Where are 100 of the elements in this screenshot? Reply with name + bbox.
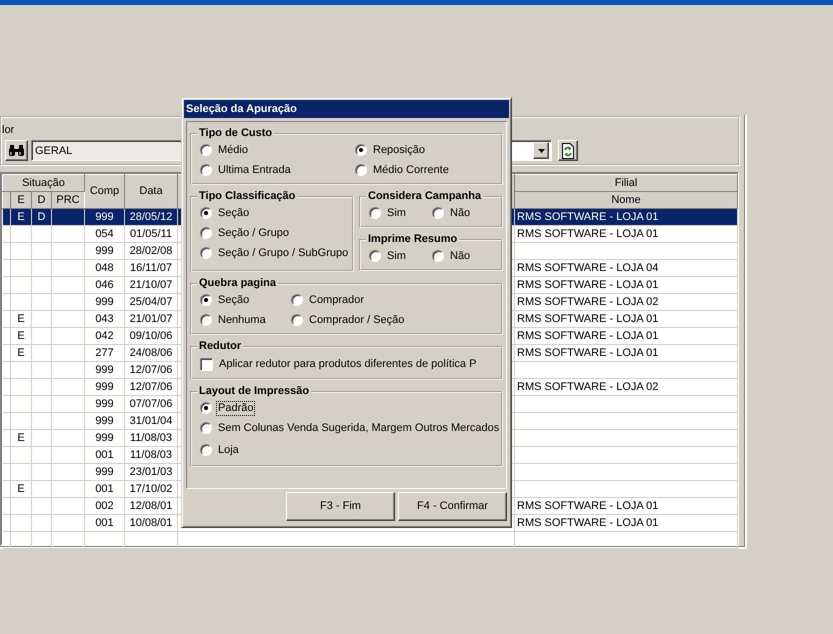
table-cell: 048	[84, 260, 124, 276]
table-cell: 999	[84, 396, 124, 412]
table-cell: 277	[84, 344, 124, 362]
table-cell: 25/04/07	[124, 294, 178, 310]
radio-button[interactable]	[200, 402, 212, 414]
table-cell: 21/01/07	[124, 310, 178, 328]
radio-button[interactable]	[200, 227, 212, 239]
refresh-document-icon	[562, 142, 574, 158]
table-cell: 999	[84, 412, 124, 430]
table-cell: 09/10/06	[124, 328, 178, 344]
table-cell: 11/08/03	[124, 446, 178, 464]
table-cell: 10/08/01	[124, 514, 178, 532]
column-header[interactable]: Filial	[514, 174, 738, 192]
option-label[interactable]: Seção	[217, 294, 250, 306]
column-header[interactable]: Nome	[514, 192, 738, 208]
table-cell: 999	[84, 294, 124, 310]
option-label[interactable]: Seção	[217, 206, 250, 220]
table-cell: E	[10, 430, 32, 446]
option-label[interactable]: Médio	[217, 144, 249, 156]
radio-button[interactable]	[200, 314, 212, 326]
option-label[interactable]: Sim	[386, 206, 407, 220]
radio-button[interactable]	[200, 247, 212, 259]
table-cell: 23/01/03	[124, 464, 178, 480]
radio-button[interactable]	[432, 207, 444, 219]
table-cell: 001	[84, 514, 124, 532]
option-label[interactable]: Não	[449, 206, 472, 220]
radio-button[interactable]	[291, 294, 303, 306]
table-cell: 12/08/01	[124, 498, 178, 514]
binoculars-icon	[8, 144, 25, 157]
table-cell: 999	[84, 464, 124, 480]
option-label[interactable]: Ultima Entrada	[217, 164, 292, 176]
option-label[interactable]: Seção / Grupo / SubGrupo	[217, 246, 350, 260]
table-cell: 001	[84, 446, 124, 464]
radio-button[interactable]	[369, 250, 381, 262]
table-cell: 999	[84, 242, 124, 260]
option-label[interactable]: Seção / Grupo	[217, 226, 290, 240]
table-cell: 043	[84, 310, 124, 328]
filter-label: lor	[2, 124, 14, 136]
table-cell: RMS SOFTWARE - LOJA 01	[514, 344, 738, 362]
table-cell: 01/05/11	[124, 226, 178, 242]
radio-button[interactable]	[355, 164, 367, 176]
group-title: Quebra pagina	[198, 277, 278, 290]
group-title: Layout de Impressão	[198, 385, 310, 398]
option-label[interactable]: Loja	[217, 444, 240, 456]
table-cell: 046	[84, 276, 124, 294]
option-label[interactable]: Não	[449, 250, 472, 262]
table-cell: RMS SOFTWARE - LOJA 01	[514, 276, 738, 294]
radio-button[interactable]	[200, 422, 212, 434]
table-cell: E	[10, 310, 32, 328]
column-header[interactable]: Data	[124, 174, 178, 208]
table-cell: RMS SOFTWARE - LOJA 02	[514, 378, 738, 396]
dialog-button[interactable]: F4 - Confirmar	[398, 492, 507, 521]
radio-button[interactable]	[369, 207, 381, 219]
table-cell: 001	[84, 480, 124, 498]
radio-button[interactable]	[200, 207, 212, 219]
radio-button[interactable]	[355, 144, 367, 156]
dialog-button[interactable]: F3 - Fim	[286, 492, 395, 521]
column-header[interactable]: E	[10, 192, 32, 208]
table-cell: E	[10, 328, 32, 344]
table-cell: RMS SOFTWARE - LOJA 04	[514, 260, 738, 276]
table-cell: RMS SOFTWARE - LOJA 01	[514, 208, 738, 226]
column-header[interactable]: Situação	[2, 174, 84, 192]
table-cell: RMS SOFTWARE - LOJA 01	[514, 498, 738, 514]
table-cell: 12/07/06	[124, 378, 178, 396]
radio-button[interactable]	[432, 250, 444, 262]
table-cell: RMS SOFTWARE - LOJA 01	[514, 226, 738, 242]
table-cell: E	[10, 480, 32, 498]
table-cell: 21/10/07	[124, 276, 178, 294]
table-cell: 054	[84, 226, 124, 242]
table-cell: 24/08/06	[124, 344, 178, 362]
dropdown-button[interactable]	[533, 142, 549, 159]
refresh-button[interactable]	[558, 140, 578, 161]
option-label[interactable]: Médio Corrente	[372, 164, 450, 176]
option-label[interactable]: Reposição	[372, 144, 426, 156]
option-label[interactable]: Nenhuma	[217, 314, 267, 326]
checkbox[interactable]	[200, 358, 213, 370]
dialog-title: Seleção da Apuração	[184, 100, 509, 118]
option-label[interactable]: Sim	[386, 250, 407, 262]
radio-button[interactable]	[200, 444, 212, 456]
table-cell: 17/10/02	[124, 480, 178, 498]
table-cell: RMS SOFTWARE - LOJA 01	[514, 328, 738, 344]
search-button[interactable]	[5, 140, 28, 161]
radio-button[interactable]	[200, 164, 212, 176]
table-cell: E	[10, 344, 32, 362]
table-cell: 999	[84, 362, 124, 378]
option-label[interactable]: Padrão	[217, 402, 254, 414]
group-title: Tipo de Custo	[198, 127, 274, 140]
option-label[interactable]: Comprador	[308, 294, 366, 306]
radio-button[interactable]	[291, 314, 303, 326]
column-header[interactable]: Comp	[84, 174, 124, 208]
table-cell: RMS SOFTWARE - LOJA 02	[514, 294, 738, 310]
group-title: Tipo Classificação	[198, 190, 296, 203]
table-cell: 999	[84, 208, 124, 226]
column-header[interactable]: PRC	[52, 192, 84, 208]
table-cell: 28/05/12	[124, 208, 178, 226]
option-label[interactable]: Comprador / Seção	[308, 314, 406, 326]
radio-button[interactable]	[200, 294, 212, 306]
option-label[interactable]: Aplicar redutor para produtos diferentes de política P	[218, 358, 478, 370]
table-cell: 07/07/06	[124, 396, 178, 412]
radio-button[interactable]	[200, 144, 212, 156]
